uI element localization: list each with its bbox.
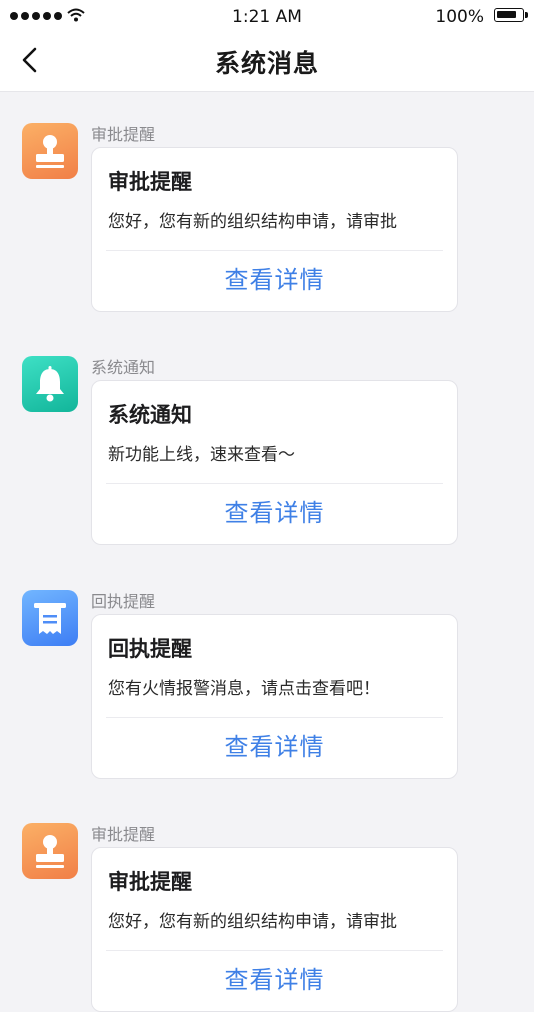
view-details-link[interactable]: 查看详情 — [92, 727, 457, 762]
message-card: 回执提醒 您有火情报警消息，请点击查看吧！ 查看详情 — [91, 614, 458, 779]
sender-name: 回执提醒 — [91, 592, 156, 611]
divider — [106, 250, 443, 251]
battery-percent: 100% — [435, 7, 484, 27]
message-card: 审批提醒 您好，您有新的组织结构申请，请审批 查看详情 — [91, 847, 458, 1012]
message-body: 您有火情报警消息，请点击查看吧！ — [108, 679, 380, 699]
receipt-icon — [22, 590, 78, 646]
message-title: 审批提醒 — [108, 870, 192, 894]
sender-name: 系统通知 — [91, 358, 156, 377]
battery-icon — [494, 8, 528, 22]
sender-name: 审批提醒 — [91, 825, 156, 844]
message-body: 新功能上线，速来查看～ — [108, 445, 295, 465]
nav-bar: 系统消息 — [0, 34, 534, 92]
message-body: 您好，您有新的组织结构申请，请审批 — [108, 212, 397, 232]
message-body: 您好，您有新的组织结构申请，请审批 — [108, 912, 397, 932]
stamp-icon — [22, 823, 78, 879]
view-details-link[interactable]: 查看详情 — [92, 960, 457, 995]
message-card: 系统通知 新功能上线，速来查看～ 查看详情 — [91, 380, 458, 545]
status-bar: 1:21 AM 100% — [0, 0, 534, 34]
view-details-link[interactable]: 查看详情 — [92, 260, 457, 295]
message-card: 审批提醒 您好，您有新的组织结构申请，请审批 查看详情 — [91, 147, 458, 312]
divider — [106, 483, 443, 484]
divider — [106, 950, 443, 951]
message-title: 审批提醒 — [108, 170, 192, 194]
page-title: 系统消息 — [214, 49, 319, 78]
sender-name: 审批提醒 — [91, 125, 156, 144]
view-details-link[interactable]: 查看详情 — [92, 493, 457, 528]
bell-icon — [22, 356, 78, 412]
divider — [106, 717, 443, 718]
message-title: 系统通知 — [108, 403, 192, 427]
message-title: 回执提醒 — [108, 637, 192, 661]
stamp-icon — [22, 123, 78, 179]
